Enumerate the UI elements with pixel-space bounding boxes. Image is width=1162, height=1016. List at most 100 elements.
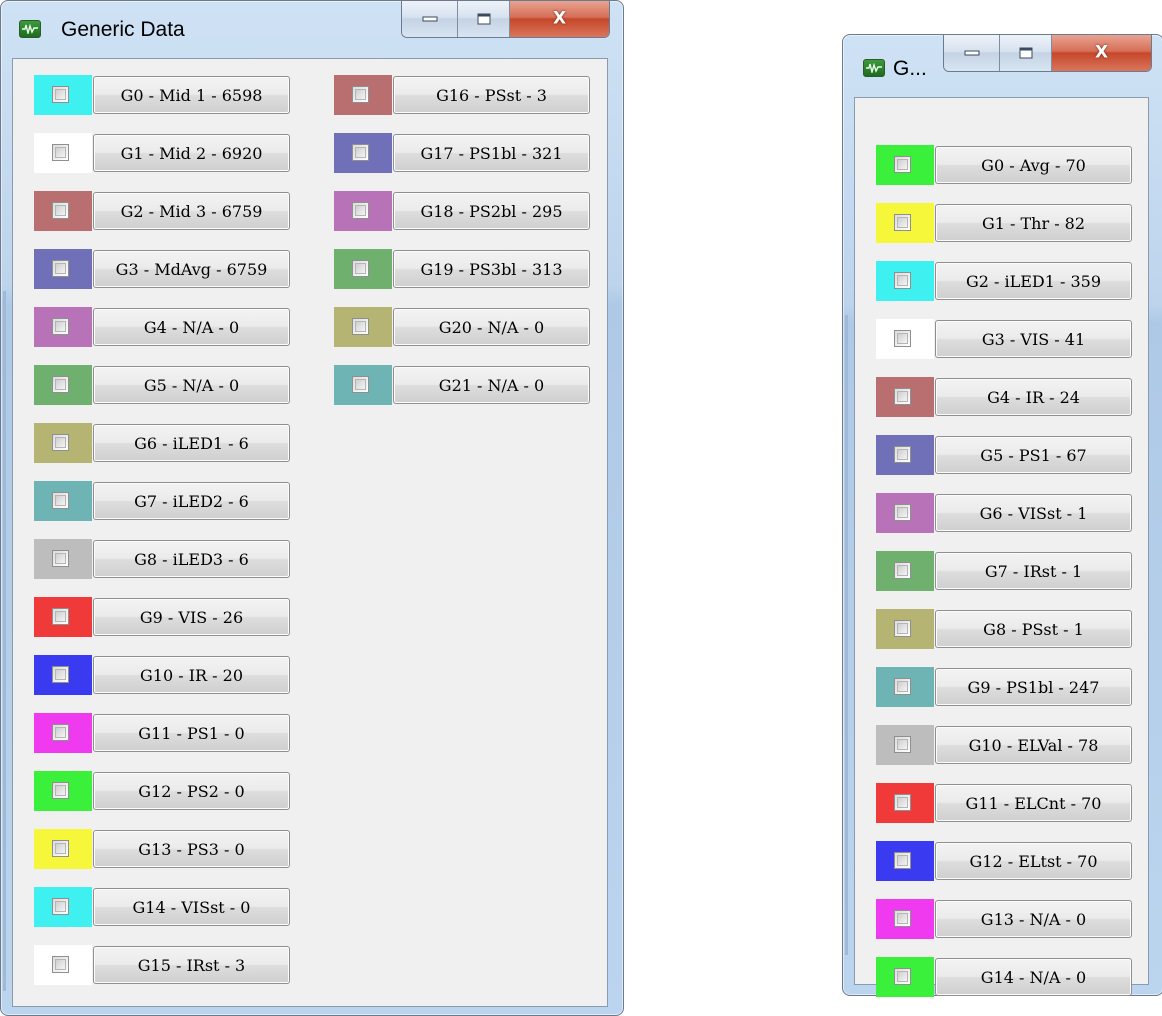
channel-checkbox[interactable]	[894, 620, 911, 637]
channel-checkbox[interactable]	[52, 434, 69, 451]
color-swatch	[876, 319, 934, 359]
channel-checkbox[interactable]	[894, 736, 911, 753]
channel-button[interactable]: G17 - PS1bl - 321	[393, 134, 590, 172]
channel-button[interactable]: G0 - Mid 1 - 6598	[93, 76, 290, 114]
channel-button[interactable]: G4 - N/A - 0	[93, 308, 290, 346]
channel-checkbox[interactable]	[894, 156, 911, 173]
color-swatch	[334, 249, 392, 289]
channel-button[interactable]: G2 - Mid 3 - 6759	[93, 192, 290, 230]
color-swatch	[34, 771, 92, 811]
channel-checkbox[interactable]	[894, 388, 911, 405]
minimize-button[interactable]	[944, 35, 1000, 71]
channel-checkbox[interactable]	[894, 272, 911, 289]
channel-button[interactable]: G9 - VIS - 26	[93, 598, 290, 636]
channel-button[interactable]: G7 - iLED2 - 6	[93, 482, 290, 520]
channel-row: G0 - Mid 1 - 6598	[34, 75, 290, 115]
channel-button[interactable]: G21 - N/A - 0	[393, 366, 590, 404]
channel-checkbox[interactable]	[894, 446, 911, 463]
channel-row: G0 - Avg - 70	[876, 145, 1132, 185]
channel-checkbox[interactable]	[52, 260, 69, 277]
channel-button[interactable]: G18 - PS2bl - 295	[393, 192, 590, 230]
channel-button[interactable]: G0 - Avg - 70	[935, 146, 1132, 184]
caption-buttons: X	[943, 35, 1152, 72]
minimize-icon	[964, 50, 979, 56]
channel-checkbox[interactable]	[894, 562, 911, 579]
maximize-button[interactable]	[1000, 35, 1052, 71]
channel-checkbox[interactable]	[894, 794, 911, 811]
channel-checkbox[interactable]	[52, 86, 69, 103]
channel-button[interactable]: G11 - PS1 - 0	[93, 714, 290, 752]
channel-row: G11 - PS1 - 0	[34, 713, 290, 753]
color-swatch	[34, 365, 92, 405]
channel-button[interactable]: G15 - IRst - 3	[93, 946, 290, 984]
channel-button[interactable]: G3 - MdAvg - 6759	[93, 250, 290, 288]
channel-button[interactable]: G9 - PS1bl - 247	[935, 668, 1132, 706]
channel-checkbox[interactable]	[52, 550, 69, 567]
channel-button[interactable]: G13 - PS3 - 0	[93, 830, 290, 868]
channel-button[interactable]: G19 - PS3bl - 313	[393, 250, 590, 288]
channel-checkbox[interactable]	[52, 318, 69, 335]
channel-checkbox[interactable]	[352, 376, 369, 393]
channel-button[interactable]: G12 - PS2 - 0	[93, 772, 290, 810]
channel-checkbox[interactable]	[894, 330, 911, 347]
channel-checkbox[interactable]	[352, 86, 369, 103]
channel-checkbox[interactable]	[52, 782, 69, 799]
color-swatch	[34, 945, 92, 985]
channel-button[interactable]: G16 - PSst - 3	[393, 76, 590, 114]
channel-button[interactable]: G11 - ELCnt - 70	[935, 784, 1132, 822]
color-swatch	[334, 307, 392, 347]
channel-button[interactable]: G5 - PS1 - 67	[935, 436, 1132, 474]
channel-checkbox[interactable]	[52, 492, 69, 509]
channel-checkbox[interactable]	[52, 376, 69, 393]
color-swatch	[876, 493, 934, 533]
channel-row: G4 - IR - 24	[876, 377, 1132, 417]
channel-checkbox[interactable]	[894, 968, 911, 985]
channel-checkbox[interactable]	[52, 956, 69, 973]
close-button[interactable]: X	[1052, 35, 1151, 71]
color-swatch	[876, 203, 934, 243]
frame-edge	[845, 315, 848, 955]
channel-button[interactable]: G20 - N/A - 0	[393, 308, 590, 346]
channel-button[interactable]: G8 - iLED3 - 6	[93, 540, 290, 578]
channel-checkbox[interactable]	[352, 144, 369, 161]
channel-button[interactable]: G1 - Thr - 82	[935, 204, 1132, 242]
channel-button[interactable]: G10 - ELVal - 78	[935, 726, 1132, 764]
channel-button[interactable]: G7 - IRst - 1	[935, 552, 1132, 590]
maximize-icon	[1019, 47, 1032, 59]
channel-checkbox[interactable]	[352, 202, 369, 219]
channel-button[interactable]: G6 - iLED1 - 6	[93, 424, 290, 462]
channel-checkbox[interactable]	[52, 724, 69, 741]
channel-checkbox[interactable]	[52, 608, 69, 625]
channel-checkbox[interactable]	[894, 214, 911, 231]
channel-button[interactable]: G1 - Mid 2 - 6920	[93, 134, 290, 172]
channel-button[interactable]: G13 - N/A - 0	[935, 900, 1132, 938]
channel-button[interactable]: G14 - VISst - 0	[93, 888, 290, 926]
channel-checkbox[interactable]	[52, 840, 69, 857]
close-button[interactable]: X	[510, 1, 609, 37]
channel-button[interactable]: G10 - IR - 20	[93, 656, 290, 694]
minimize-button[interactable]	[402, 1, 458, 37]
channel-checkbox[interactable]	[52, 898, 69, 915]
channel-checkbox[interactable]	[894, 852, 911, 869]
color-swatch	[34, 307, 92, 347]
channel-checkbox[interactable]	[52, 666, 69, 683]
channel-row: G2 - Mid 3 - 6759	[34, 191, 290, 231]
channel-button[interactable]: G8 - PSst - 1	[935, 610, 1132, 648]
maximize-button[interactable]	[458, 1, 510, 37]
channel-checkbox[interactable]	[894, 678, 911, 695]
channel-button[interactable]: G2 - iLED1 - 359	[935, 262, 1132, 300]
channel-button[interactable]: G4 - IR - 24	[935, 378, 1132, 416]
color-swatch	[34, 829, 92, 869]
channel-checkbox[interactable]	[352, 318, 369, 335]
channel-button[interactable]: G3 - VIS - 41	[935, 320, 1132, 358]
channel-checkbox[interactable]	[894, 910, 911, 927]
channel-button[interactable]: G14 - N/A - 0	[935, 958, 1132, 996]
channel-button[interactable]: G6 - VISst - 1	[935, 494, 1132, 532]
color-swatch	[34, 481, 92, 521]
channel-button[interactable]: G12 - ELtst - 70	[935, 842, 1132, 880]
channel-checkbox[interactable]	[52, 144, 69, 161]
channel-checkbox[interactable]	[894, 504, 911, 521]
channel-button[interactable]: G5 - N/A - 0	[93, 366, 290, 404]
channel-checkbox[interactable]	[52, 202, 69, 219]
channel-checkbox[interactable]	[352, 260, 369, 277]
